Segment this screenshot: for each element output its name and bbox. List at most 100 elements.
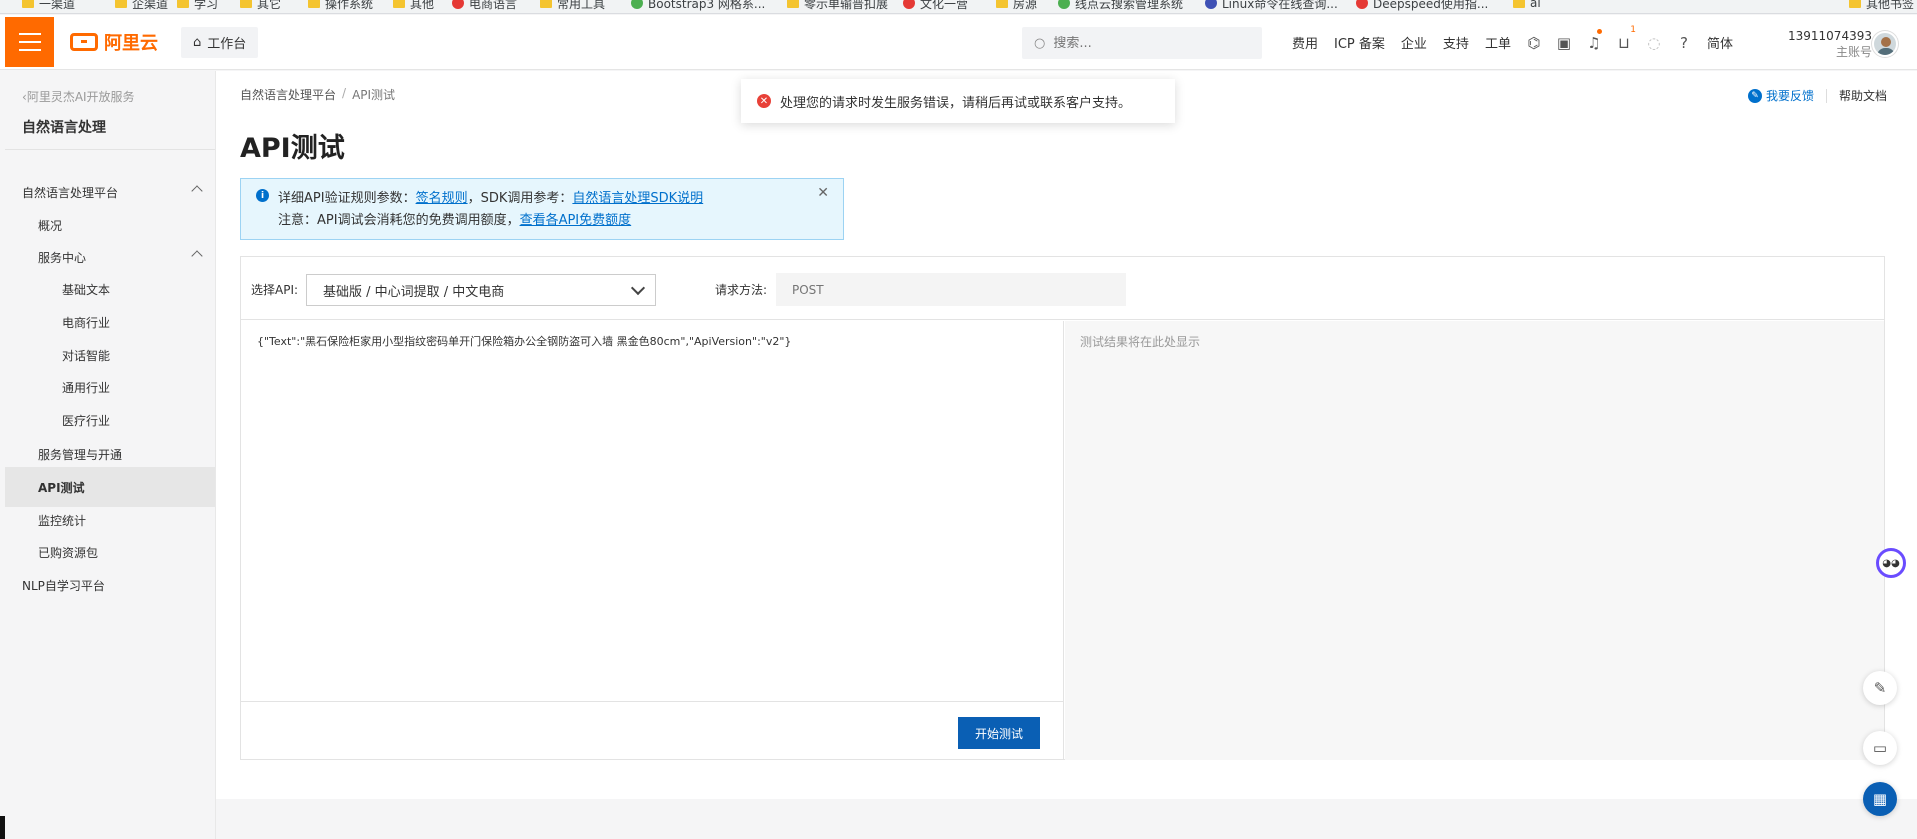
sidebar-back-link[interactable]: ‹阿里灵杰AI开放服务 [22, 88, 135, 105]
bookmarks-bar: 一渠道 企渠道 学习 其它 操作系统 其他 电商语言 常用工具 Bootstrap3 网格系..… [0, 0, 1917, 14]
bookmark-item[interactable]: 常用工具 [540, 0, 605, 11]
breadcrumb-separator: / [342, 86, 347, 100]
bookmark-item[interactable]: 企渠道 [115, 0, 168, 11]
bookmark-item[interactable]: ai [1513, 0, 1541, 11]
bell-icon[interactable]: ♫ [1579, 15, 1609, 70]
api-select[interactable]: 基础版 / 中心词提取 / 中文电商 [306, 274, 656, 306]
bookmark-item[interactable]: 电商语言 [452, 0, 517, 11]
folder-icon [1849, 0, 1861, 8]
nav-link-support[interactable]: 支持 [1435, 33, 1477, 52]
language-switch[interactable]: 简体 [1699, 33, 1741, 52]
request-editor[interactable]: {"Text":"黑石保险柜家用小型指纹密码单开门保险箱办公全钢防盗可入墙 黑金… [241, 321, 1064, 760]
close-icon[interactable]: ✕ [817, 185, 829, 201]
sidebar-item[interactable]: NLP自学习平台 [5, 565, 215, 605]
folder-icon [393, 0, 405, 8]
info-notice: i 详细API验证规则参数：签名规则，SDK调用参考：自然语言处理SDK说明 注… [240, 178, 844, 240]
bookmark-item[interactable]: 线点云搜索管理系统 [1058, 0, 1183, 11]
bookmark-item[interactable]: 零示单输普扣展 [787, 0, 888, 11]
free-quota-link[interactable]: 查看各API免费额度 [520, 213, 632, 228]
result-panel: 测试结果将在此处显示 [1065, 321, 1884, 760]
sdk-docs-link[interactable]: 自然语言处理SDK说明 [572, 191, 703, 206]
folder-icon [787, 0, 799, 8]
feedback-icon: ✎ [1747, 88, 1762, 103]
bookmark-item[interactable]: 一渠道 [22, 0, 75, 11]
result-placeholder: 测试结果将在此处显示 [1080, 335, 1201, 349]
search-icon: ○ [1034, 35, 1046, 51]
bookmark-item[interactable]: 其它 [240, 0, 281, 11]
main-content: 自然语言处理平台 / API测试 API测试 ✎ 我要反馈 帮助文档 i 详细A… [216, 71, 1917, 799]
folder-icon [308, 0, 320, 8]
site-icon [1356, 0, 1368, 9]
api-select-label: 选择API: [251, 283, 299, 297]
workbench-button[interactable]: ⌂ 工作台 [181, 27, 259, 58]
global-search[interactable]: ○ [1022, 27, 1262, 59]
divider [1825, 88, 1827, 103]
bookmark-item[interactable]: 文化一营 [903, 0, 968, 11]
bookmark-item[interactable]: Bootstrap3 网格系... [631, 0, 765, 11]
bookmark-item[interactable]: 房源 [996, 0, 1037, 11]
folder-icon [22, 0, 34, 8]
start-test-button[interactable]: 开始测试 [958, 717, 1040, 749]
breadcrumb-item-platform[interactable]: 自然语言处理平台 [240, 86, 336, 103]
doc-icon [1058, 0, 1070, 9]
site-icon [1205, 0, 1217, 9]
header-nav: 费用 ICP 备案 企业 支持 工单 ⌬ ▣ ♫ ⊔ 1 ◌ ? 简体 [1284, 15, 1741, 70]
help-icon[interactable]: ? [1669, 15, 1699, 70]
sidebar-title: 自然语言处理 [22, 120, 106, 136]
hamburger-menu-button[interactable] [5, 17, 54, 67]
apps-grid-icon[interactable]: ▦ [1863, 782, 1897, 816]
help-docs-link[interactable]: 帮助文档 [1839, 87, 1887, 104]
chevron-up-icon [191, 185, 203, 197]
api-test-panel: 选择API: 基础版 / 中心词提取 / 中文电商 请求方法: {"Text":… [240, 256, 1885, 760]
folder-icon [1513, 0, 1525, 8]
breadcrumb-item-current: API测试 [352, 88, 396, 102]
account-info[interactable]: 13911074393 主账号 [1788, 28, 1872, 60]
chevron-down-icon [630, 280, 646, 296]
bookmark-item[interactable]: Deepspeed使用指... [1356, 0, 1488, 11]
error-toast: ✕ 处理您的请求时发生服务错误，请稍后再试或联系客户支持。 [741, 79, 1175, 123]
folder-icon [240, 0, 252, 8]
api-config-row: 选择API: 基础版 / 中心词提取 / 中文电商 请求方法: [241, 257, 1884, 320]
terminal-icon[interactable]: ▣ [1549, 15, 1579, 70]
folder-icon [996, 0, 1008, 8]
site-icon [903, 0, 915, 9]
notification-dot [1596, 29, 1602, 34]
edit-icon[interactable]: ✎ [1863, 671, 1897, 705]
aliyun-logo-icon [70, 33, 98, 51]
top-header: 阿里云 ⌂ 工作台 ○ 费用 ICP 备案 企业 支持 工单 ⌬ ▣ ♫ ⊔1 … [0, 15, 1917, 70]
chat-icon[interactable]: ▭ [1863, 731, 1897, 765]
account-id: 13911074393 [1788, 29, 1872, 43]
chevron-up-icon [191, 250, 203, 262]
aliyun-logo[interactable]: 阿里云 [70, 29, 158, 55]
ai-assistant-icon[interactable]: ◕◕ [1876, 548, 1906, 578]
feedback-link[interactable]: ✎ 我要反馈 [1747, 87, 1814, 104]
nav-link-enterprise[interactable]: 企业 [1393, 33, 1435, 52]
nav-link-fees[interactable]: 费用 [1284, 33, 1326, 52]
avatar[interactable] [1872, 31, 1898, 57]
api-select-value: 基础版 / 中心词提取 / 中文电商 [323, 284, 505, 300]
account-type: 主账号 [1835, 45, 1872, 59]
search-input[interactable] [1053, 35, 1244, 51]
bookmark-item[interactable]: Linux命令在线查询... [1205, 0, 1338, 11]
error-icon: ✕ [757, 94, 771, 108]
notice-line-1: 详细API验证规则参数：签名规则，SDK调用参考：自然语言处理SDK说明 [278, 191, 704, 206]
sidebar: ‹阿里灵杰AI开放服务 自然语言处理 自然语言处理平台 概况 服务中心 基础文本 电商行… [5, 71, 216, 839]
info-icon: i [256, 189, 269, 202]
api-icon[interactable]: ⌬ [1519, 15, 1549, 70]
sign-rules-link[interactable]: 签名规则 [416, 191, 468, 206]
editor-footer: 开始测试 [241, 701, 1063, 760]
nav-link-icp[interactable]: ICP 备案 [1326, 33, 1393, 52]
cart-icon[interactable]: ⊔ 1 [1609, 15, 1639, 70]
request-body-text[interactable]: {"Text":"黑石保险柜家用小型指纹密码单开门保险箱办公全钢防盗可入墙 黑金… [257, 333, 791, 349]
taskbar-edge [0, 816, 5, 839]
bootstrap-icon [631, 0, 643, 9]
nav-link-tickets[interactable]: 工单 [1477, 33, 1519, 52]
bookmark-item[interactable]: 学习 [177, 0, 218, 11]
breadcrumb: 自然语言处理平台 / API测试 [240, 86, 395, 103]
lightbulb-icon[interactable]: ◌ [1639, 15, 1669, 70]
folder-icon [177, 0, 189, 8]
globe-icon [452, 0, 464, 9]
bookmark-item[interactable]: 其他 [393, 0, 434, 11]
bookmark-item[interactable]: 其他书签 [1849, 0, 1914, 11]
bookmark-item[interactable]: 操作系统 [308, 0, 373, 11]
